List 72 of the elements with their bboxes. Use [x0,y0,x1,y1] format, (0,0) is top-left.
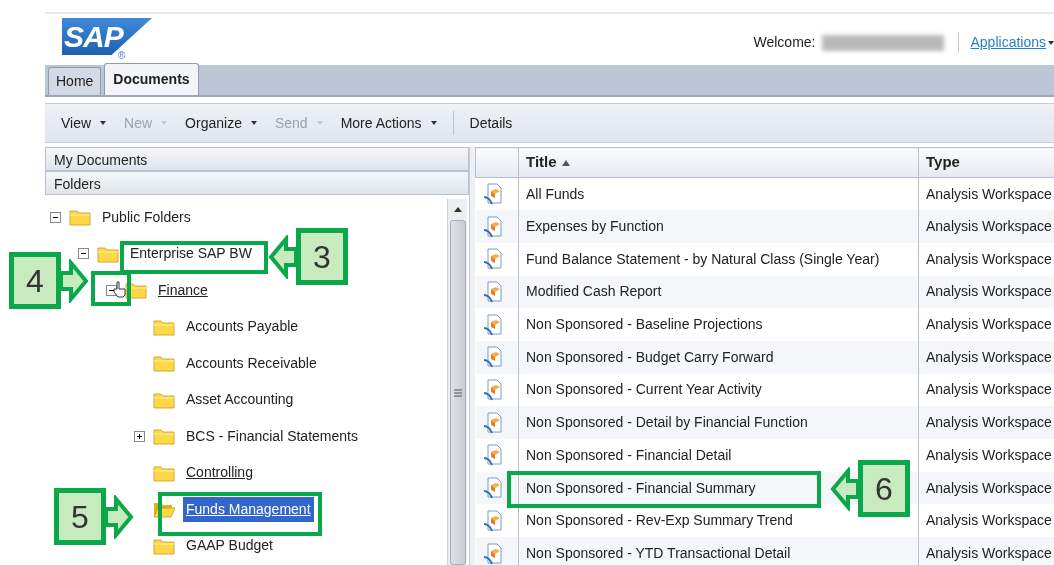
callout-number: 4 [9,252,61,309]
right-arrow-icon [106,494,134,539]
folder-icon [97,244,119,263]
welcome-label: Welcome: [753,33,816,52]
section-header[interactable]: Folders [45,171,469,195]
document-title[interactable]: Modified Cash Report [518,275,919,309]
applications-menu[interactable]: Applications [957,32,1054,53]
document-type: Analysis Workspace [918,275,1054,309]
document-title[interactable]: Non Sponsored - Baseline Projections [518,308,919,341]
folder-icon [69,208,91,227]
expand-toggle[interactable] [134,430,145,442]
right-arrow-icon [61,258,89,303]
folder-item[interactable]: Asset Accounting [183,387,297,413]
dropdown-button[interactable]: Organize [179,110,263,136]
folder-item[interactable]: Controlling [183,460,256,486]
folder-item[interactable]: Accounts Payable [183,314,302,340]
dropdown-button[interactable]: View [55,110,113,136]
tab[interactable]: Documents [104,63,199,95]
dropdown-button[interactable]: More Actions [334,110,443,136]
column-header[interactable]: Type [918,147,1054,178]
document-type: Analysis Workspace [918,471,1054,505]
folder-item[interactable]: Finance [155,277,211,303]
scrollbar[interactable] [447,199,467,565]
document-icon [482,248,503,271]
toolbar-button[interactable]: Details [463,110,519,136]
document-title[interactable]: Non Sponsored - Budget Carry Forward [518,340,919,374]
document-icon [482,313,503,336]
document-icon [482,281,503,304]
document-type: Analysis Workspace [918,210,1054,243]
folder-item[interactable]: Enterprise SAP BW [127,241,255,267]
folder-item[interactable]: Accounts Receivable [183,350,320,376]
document-type: Analysis Workspace [918,537,1054,565]
grip-icon [453,388,462,397]
document-title[interactable]: Non Sponsored - YTD Transactional Detail [518,537,919,565]
collapse-toggle[interactable] [78,248,89,260]
collapse-toggle[interactable] [50,211,61,223]
folder-icon [153,317,175,336]
document-icon [482,444,503,467]
left-arrow-icon [268,234,296,279]
document-type: Analysis Workspace [918,406,1054,439]
folder-icon [153,354,175,373]
document-title[interactable]: Expenses by Function [518,210,919,243]
open-folder-icon [153,500,175,519]
folder-icon [153,390,175,409]
folder-item[interactable]: Funds Management [183,496,314,522]
callout-number: 6 [858,460,910,517]
document-type: Analysis Workspace [918,340,1054,374]
folder-icon [153,463,175,482]
callout-number: 5 [54,488,106,545]
document-icon [482,379,503,402]
hand-cursor-icon [113,281,127,298]
tab[interactable]: Home [48,67,102,95]
document-type: Analysis Workspace [918,242,1054,276]
document-icon [482,183,503,206]
document-type: Analysis Workspace [918,439,1054,472]
column-header[interactable]: Title [518,147,919,178]
left-arrow-icon [830,466,858,511]
folder-icon [153,536,175,555]
document-title[interactable]: Fund Balance Statement - by Natural Class (Single Year) [518,242,919,276]
folder-item[interactable]: Public Folders [99,204,194,230]
section-header[interactable]: My Documents [45,147,469,171]
folder-icon [153,427,175,446]
folder-item[interactable]: GAAP Budget [183,533,276,559]
callout-number: 3 [296,228,348,285]
document-icon [482,215,503,238]
document-type: Analysis Workspace [918,308,1054,341]
document-icon [482,346,503,369]
folder-item[interactable]: BCS - Financial Statements [183,423,361,449]
document-title[interactable]: Non Sponsored - Detail by Financial Function [518,406,919,439]
document-icon [482,477,503,500]
document-icon [482,509,503,532]
document-icon [482,411,503,434]
